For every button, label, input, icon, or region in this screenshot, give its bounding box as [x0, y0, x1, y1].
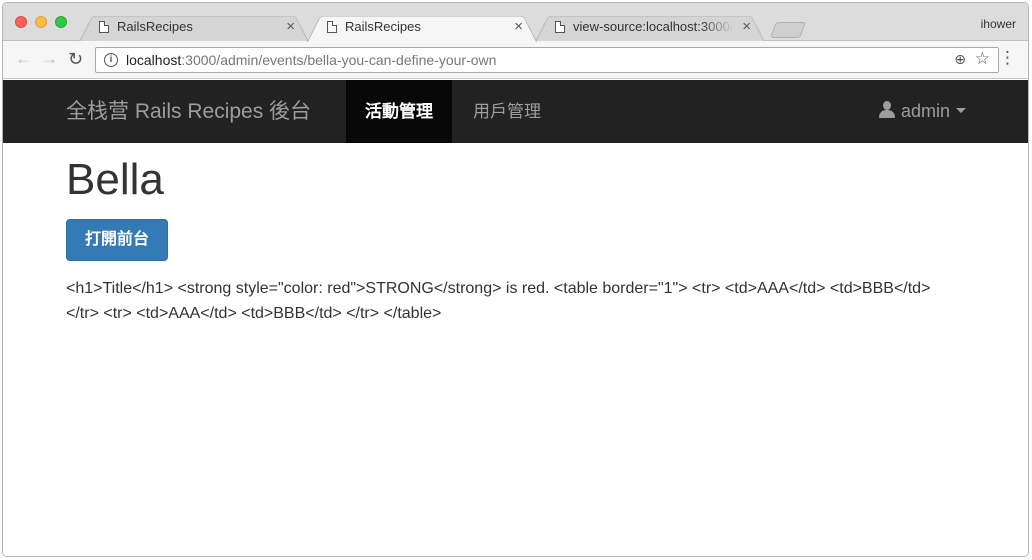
minimize-window-button[interactable] [35, 16, 47, 28]
zoom-icon[interactable]: ⊕ [954, 51, 966, 68]
nav-item-users[interactable]: 用戶管理 [454, 80, 560, 143]
reload-icon[interactable]: ↻ [68, 50, 83, 68]
url-path: :3000/admin/events/bella-you-can-define-… [181, 52, 497, 68]
user-name: admin [900, 101, 950, 121]
new-tab-button[interactable] [770, 22, 806, 38]
admin-navbar: 全栈营 Rails Recipes 後台 活動管理 用戶管理 admin [3, 80, 1028, 143]
page-content: 全栈营 Rails Recipes 後台 活動管理 用戶管理 admin Bel… [3, 80, 1028, 556]
close-window-button[interactable] [15, 16, 27, 28]
tab-title: view-source:localhost:3000/ad [573, 19, 733, 34]
bookmark-star-icon[interactable]: ☆ [975, 49, 990, 69]
url-host: localhost [126, 52, 182, 68]
browser-window: RailsRecipes × RailsRecipes × view-sourc… [2, 2, 1029, 557]
user-icon [878, 101, 895, 119]
page-icon [327, 21, 337, 33]
page-icon [555, 21, 565, 33]
tab-title: RailsRecipes [345, 19, 421, 34]
browser-tab-3[interactable]: view-source:localhost:3000/ad × [535, 12, 765, 43]
forward-arrow-icon[interactable]: → [41, 50, 58, 68]
caret-down-icon [956, 108, 966, 113]
browser-tab-2[interactable]: RailsRecipes × [307, 12, 537, 43]
browser-menu-icon[interactable]: ⋮ [999, 49, 1016, 67]
tab-title: RailsRecipes [117, 19, 193, 34]
tab-close-icon[interactable]: × [286, 12, 295, 42]
tab-close-icon[interactable]: × [514, 12, 523, 42]
maximize-window-button[interactable] [55, 16, 67, 28]
profile-name[interactable]: ihower [981, 17, 1016, 31]
tab-close-icon[interactable]: × [742, 12, 751, 42]
info-icon[interactable]: i [104, 53, 118, 67]
page-icon [99, 21, 109, 33]
event-description: <h1>Title</h1> <strong style="color: red… [66, 280, 931, 322]
browser-toolbar: ← → ↻ i localhost:3000/admin/events/bell… [3, 41, 1028, 79]
address-bar[interactable]: i localhost:3000/admin/events/bella-you-… [95, 47, 999, 73]
open-frontend-button[interactable]: 打開前台 [66, 219, 168, 261]
user-dropdown[interactable]: admin [878, 80, 966, 143]
nav-item-events[interactable]: 活動管理 [346, 80, 452, 143]
url-text[interactable]: localhost:3000/admin/events/bella-you-ca… [126, 48, 496, 72]
navbar-brand[interactable]: 全栈营 Rails Recipes 後台 [66, 80, 311, 143]
browser-tab-1[interactable]: RailsRecipes × [79, 12, 309, 43]
back-arrow-icon[interactable]: ← [15, 50, 32, 68]
tab-strip: RailsRecipes × RailsRecipes × view-sourc… [3, 3, 1028, 43]
page-title: Bella [66, 155, 164, 204]
